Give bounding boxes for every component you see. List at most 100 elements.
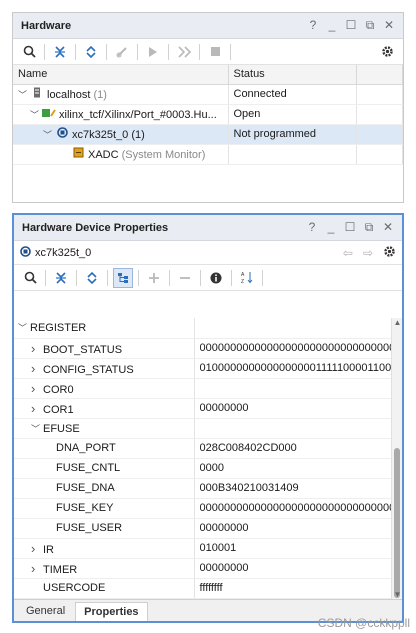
- hardware-toolbar: [13, 39, 403, 65]
- status-cell: Not programmed: [228, 124, 357, 145]
- properties-titlebar: Hardware Device Properties ? _ ☐ ⧉ ✕: [14, 215, 402, 241]
- column-name[interactable]: Name: [13, 65, 229, 85]
- property-value[interactable]: 010001: [194, 538, 402, 559]
- fast-forward-icon[interactable]: [174, 42, 194, 62]
- property-value[interactable]: ffffffff: [194, 578, 402, 599]
- chevron-right-icon[interactable]: ›: [31, 381, 43, 396]
- gear-icon[interactable]: [383, 245, 396, 261]
- vertical-scrollbar[interactable]: ▲ ▼: [391, 318, 402, 599]
- collapse-all-icon[interactable]: [50, 42, 70, 62]
- tree-row-xadc[interactable]: XADC (System Monitor): [13, 144, 403, 165]
- forward-arrow-icon[interactable]: ⇨: [363, 246, 373, 260]
- hardware-titlebar: Hardware ? _ ☐ ⧉ ✕: [13, 13, 403, 39]
- scroll-up-icon[interactable]: ▲: [392, 318, 402, 327]
- float-icon[interactable]: ⧉: [364, 18, 376, 33]
- chevron-right-icon[interactable]: ›: [31, 361, 43, 376]
- property-row[interactable]: › BOOT_STATUS 0000000000000000000000000000…: [14, 338, 402, 359]
- column-status[interactable]: Status: [228, 65, 357, 85]
- close-icon[interactable]: ✕: [383, 18, 395, 33]
- properties-table-scroll[interactable]: ﹀ REGISTER › BOOT_STATUS 0000000000000000000…: [14, 318, 402, 599]
- window-controls: ? _ ☐ ⧉ ✕: [306, 220, 394, 235]
- property-row[interactable]: FUSE_DNA 000B340210031409: [14, 478, 402, 499]
- property-row[interactable]: FUSE_CNTL 0000: [14, 458, 402, 479]
- add-icon[interactable]: [144, 268, 164, 288]
- maximize-icon[interactable]: ☐: [344, 220, 356, 235]
- property-value[interactable]: 01000000000000000001111100001100: [194, 358, 402, 379]
- chevron-right-icon[interactable]: ›: [31, 541, 43, 556]
- help-icon[interactable]: ?: [307, 18, 319, 33]
- property-row[interactable]: FUSE_KEY 00000000000000000000000000000000: [14, 498, 402, 519]
- fpga-chip-icon: [55, 127, 69, 141]
- tree-row-target[interactable]: ﹀ xilinx_tcf/Xilinx/Port_#0003.Hu... Ope…: [13, 104, 403, 125]
- remove-icon[interactable]: [175, 268, 195, 288]
- property-value[interactable]: 00000000: [194, 518, 402, 539]
- chevron-down-icon[interactable]: ﹀: [30, 108, 42, 121]
- hardware-device-properties-panel: Hardware Device Properties ? _ ☐ ⧉ ✕ xc7…: [12, 213, 404, 623]
- property-row[interactable]: › TIMER 00000000: [14, 558, 402, 579]
- tree-label: localhost: [47, 89, 91, 101]
- property-value[interactable]: 00000000000000000000000000000000: [194, 338, 402, 359]
- property-value[interactable]: 00000000: [194, 398, 402, 419]
- expand-all-icon[interactable]: [81, 42, 101, 62]
- property-row[interactable]: USERCODE ffffffff: [14, 578, 402, 599]
- property-value[interactable]: [194, 418, 402, 439]
- hardware-panel: Hardware ? _ ☐ ⧉ ✕ Name Status ﹀ localho…: [12, 12, 404, 203]
- gear-icon[interactable]: [377, 42, 397, 62]
- tree-label: xilinx_tcf/Xilinx/Port_#0003.Hu...: [59, 108, 217, 121]
- property-row[interactable]: › CONFIG_STATUS 01000000000000000001111100…: [14, 358, 402, 379]
- chevron-down-icon[interactable]: ﹀: [43, 128, 55, 141]
- tab-properties[interactable]: Properties: [75, 602, 148, 621]
- float-icon[interactable]: ⧉: [363, 220, 375, 235]
- property-row[interactable]: ﹀ REGISTER: [14, 318, 402, 339]
- chevron-down-icon[interactable]: ﹀: [18, 88, 30, 101]
- chevron-right-icon[interactable]: ›: [31, 341, 43, 356]
- property-row[interactable]: › COR1 00000000: [14, 398, 402, 419]
- close-icon[interactable]: ✕: [382, 220, 394, 235]
- auto-connect-icon[interactable]: [112, 42, 132, 62]
- property-row[interactable]: FUSE_USER 00000000: [14, 518, 402, 539]
- property-value[interactable]: 0000: [194, 458, 402, 479]
- group-by-category-icon[interactable]: [113, 267, 133, 288]
- help-icon[interactable]: ?: [306, 220, 318, 235]
- property-name: REGISTER: [30, 322, 87, 335]
- search-icon[interactable]: [19, 42, 39, 62]
- property-value[interactable]: 00000000: [194, 558, 402, 579]
- property-value[interactable]: [194, 378, 402, 399]
- scroll-down-icon[interactable]: ▼: [392, 590, 402, 599]
- property-row[interactable]: ﹀ EFUSE: [14, 418, 402, 439]
- stop-icon[interactable]: [205, 42, 225, 62]
- collapse-all-icon[interactable]: [51, 268, 71, 288]
- property-row[interactable]: › IR 010001: [14, 538, 402, 559]
- property-row[interactable]: DNA_PORT 028C008402CD000: [14, 438, 402, 459]
- expand-all-icon[interactable]: [82, 268, 102, 288]
- info-icon[interactable]: [206, 268, 226, 288]
- chevron-down-icon[interactable]: ﹀: [31, 422, 43, 435]
- tree-row-localhost[interactable]: ﹀ localhost (1) Connected: [13, 84, 403, 105]
- watermark: CSDN @cckkppll: [317, 616, 410, 630]
- property-name: FUSE_USER: [56, 522, 123, 534]
- chevron-down-icon[interactable]: ﹀: [18, 321, 30, 334]
- property-value[interactable]: 000B340210031409: [194, 478, 402, 499]
- minimize-icon[interactable]: _: [325, 220, 337, 235]
- property-value[interactable]: 00000000000000000000000000000000: [194, 498, 402, 519]
- chevron-right-icon[interactable]: ›: [31, 561, 43, 576]
- chevron-right-icon[interactable]: ›: [31, 401, 43, 416]
- minimize-icon[interactable]: _: [326, 18, 338, 33]
- scrollbar-thumb[interactable]: [394, 448, 400, 598]
- device-name: xc7k325t_0: [35, 246, 92, 259]
- svg-text:A: A: [241, 272, 245, 278]
- run-icon[interactable]: [143, 42, 163, 62]
- property-value[interactable]: 028C008402CD000: [194, 438, 402, 459]
- tree-row-device[interactable]: ﹀ xc7k325t_0 (1) Not programmed: [13, 124, 403, 145]
- property-value[interactable]: [194, 318, 402, 339]
- property-name: EFUSE: [43, 422, 80, 435]
- maximize-icon[interactable]: ☐: [345, 18, 357, 33]
- sort-icon[interactable]: AZ: [237, 268, 257, 288]
- back-arrow-icon[interactable]: ⇦: [343, 246, 353, 260]
- property-name: TIMER: [43, 563, 78, 576]
- svg-text:Z: Z: [241, 279, 244, 284]
- tab-general[interactable]: General: [18, 602, 73, 621]
- property-name: DNA_PORT: [56, 442, 116, 454]
- search-icon[interactable]: [20, 268, 40, 288]
- property-row[interactable]: › COR0: [14, 378, 402, 399]
